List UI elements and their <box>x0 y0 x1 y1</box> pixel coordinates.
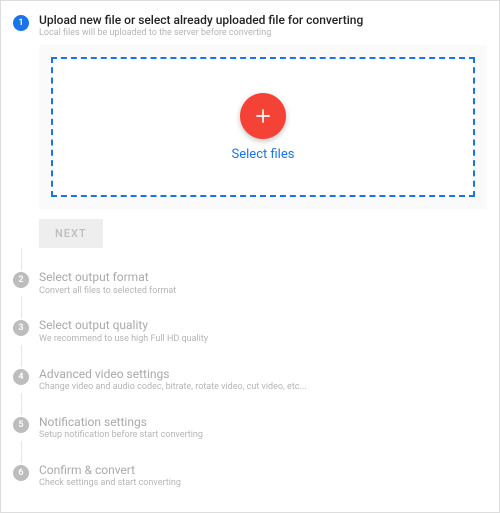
connector-3-4 <box>21 345 22 367</box>
step-1-title: Upload new file or select already upload… <box>39 13 487 27</box>
connector-4-5 <box>21 393 22 415</box>
upload-panel: Select files <box>39 45 487 209</box>
connector-2-3 <box>21 296 22 318</box>
step-4-title: Advanced video settings <box>39 367 487 381</box>
step-4: 4 Advanced video settings Change video a… <box>13 367 487 393</box>
connector-5-6 <box>21 441 22 463</box>
step-1-desc: Local files will be uploaded to the serv… <box>39 28 487 39</box>
step-4-desc: Change video and audio codec, bitrate, r… <box>39 382 487 393</box>
step-3: 3 Select output quality We recommend to … <box>13 318 487 344</box>
step-2-title: Select output format <box>39 270 487 284</box>
step-2: 2 Select output format Convert all files… <box>13 270 487 296</box>
connector-1-2 <box>21 248 22 270</box>
step-badge-6: 6 <box>13 465 29 481</box>
step-2-desc: Convert all files to selected format <box>39 286 487 297</box>
plus-icon <box>253 106 273 126</box>
file-dropzone[interactable]: Select files <box>51 57 475 197</box>
step-3-content: Select output quality We recommend to us… <box>39 318 487 344</box>
step-5-content: Notification settings Setup notification… <box>39 415 487 441</box>
step-6: 6 Confirm & convert Check settings and s… <box>13 463 487 489</box>
step-5-desc: Setup notification before start converti… <box>39 430 487 441</box>
next-button[interactable]: NEXT <box>39 219 103 248</box>
select-files-link[interactable]: Select files <box>232 147 295 162</box>
step-2-content: Select output format Convert all files t… <box>39 270 487 296</box>
add-file-button[interactable] <box>240 93 286 139</box>
step-1-content: Upload new file or select already upload… <box>39 13 487 39</box>
step-6-content: Confirm & convert Check settings and sta… <box>39 463 487 489</box>
step-6-desc: Check settings and start converting <box>39 478 487 489</box>
step-badge-4: 4 <box>13 369 29 385</box>
step-5: 5 Notification settings Setup notificati… <box>13 415 487 441</box>
step-6-title: Confirm & convert <box>39 463 487 477</box>
step-4-content: Advanced video settings Change video and… <box>39 367 487 393</box>
step-badge-5: 5 <box>13 417 29 433</box>
step-3-title: Select output quality <box>39 318 487 332</box>
step-3-desc: We recommend to use high Full HD quality <box>39 334 487 345</box>
step-1: 1 Upload new file or select already uplo… <box>13 13 487 39</box>
step-badge-2: 2 <box>13 272 29 288</box>
step-badge-1: 1 <box>13 15 29 31</box>
step-5-title: Notification settings <box>39 415 487 429</box>
step-badge-3: 3 <box>13 320 29 336</box>
